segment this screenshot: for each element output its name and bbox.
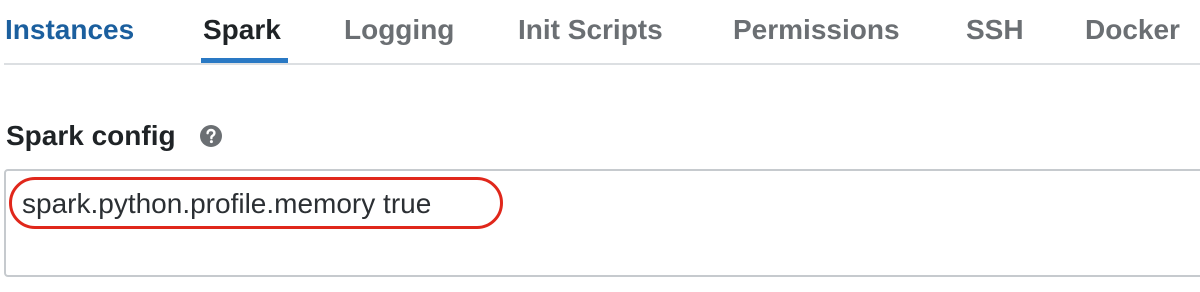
spark-config-label: Spark config	[6, 120, 176, 151]
question-circle-icon[interactable]	[199, 124, 223, 148]
tab-instances[interactable]: Instances	[5, 12, 134, 48]
spark-config-value: spark.python.profile.memory true	[22, 188, 432, 219]
tab-permissions[interactable]: Permissions	[733, 12, 900, 48]
tab-init-scripts[interactable]: Init Scripts	[518, 12, 663, 48]
question-circle-icon-glyph	[200, 125, 222, 147]
tab-spark[interactable]: Spark	[203, 12, 281, 48]
tab-divider	[4, 63, 1200, 65]
tab-bar: Instances Spark Logging Init Scripts Per…	[0, 0, 1200, 66]
tab-ssh[interactable]: SSH	[966, 12, 1024, 48]
tab-logging[interactable]: Logging	[344, 12, 454, 48]
tab-docker[interactable]: Docker	[1085, 12, 1180, 48]
